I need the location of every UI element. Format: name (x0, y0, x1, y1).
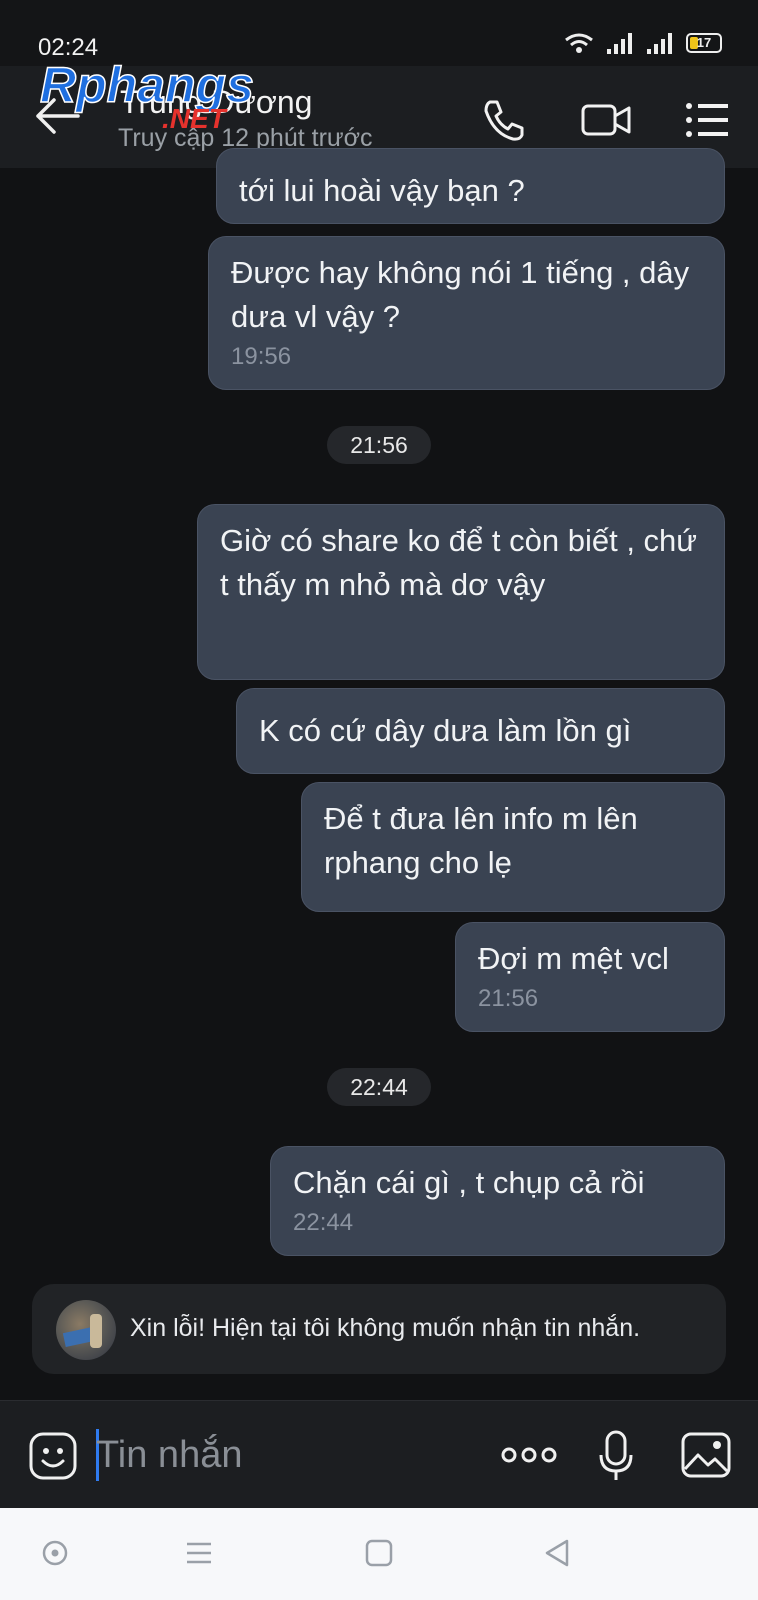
gallery-icon[interactable] (680, 1431, 732, 1479)
arrow-left-icon[interactable] (34, 96, 82, 136)
notice-text: Xin lỗi! Hiện tại tôi không muốn nhận ti… (130, 1314, 641, 1342)
message-bubble[interactable]: Giờ có share ko để t còn biết , chứ t th… (197, 504, 725, 680)
status-icons: 17 (564, 32, 722, 54)
more-dots-icon[interactable] (500, 1445, 558, 1465)
block-notice: Xin lỗi! Hiện tại tôi không muốn nhận ti… (32, 1284, 726, 1374)
home-icon[interactable] (364, 1538, 394, 1568)
message-text: tới lui hoài vậy bạn ? (239, 173, 525, 208)
message-bubble[interactable]: Được hay không nói 1 tiếng , dây dưa vl … (208, 236, 725, 390)
microphone-icon[interactable] (598, 1429, 634, 1483)
message-bubble[interactable]: Đợi m mệt vcl 21:56 (455, 922, 725, 1032)
contact-name[interactable]: Trung Dương (120, 84, 312, 121)
time-separator: 22:44 (327, 1068, 431, 1106)
sticker-icon[interactable] (28, 1431, 78, 1481)
battery-icon: 17 (686, 33, 722, 53)
video-camera-icon[interactable] (580, 96, 632, 144)
message-bubble[interactable]: Chặn cái gì , t chụp cả rồi 22:44 (270, 1146, 725, 1256)
message-text: Chặn cái gì , t chụp cả rồi (293, 1165, 645, 1200)
message-bubble[interactable]: Để t đưa lên info m lên rphang cho lẹ (301, 782, 725, 912)
back-triangle-icon[interactable] (542, 1538, 572, 1568)
message-bubble[interactable]: K có cứ dây dưa làm lồn gì (236, 688, 725, 774)
list-menu-icon[interactable] (684, 96, 730, 144)
message-time: 21:56 (478, 985, 539, 1012)
message-text: Được hay không nói 1 tiếng , dây dưa vl … (231, 255, 690, 334)
signal-icon (607, 33, 632, 54)
system-nav-bar (0, 1508, 758, 1600)
status-bar: 02:24 17 (0, 0, 758, 66)
assistant-icon[interactable] (40, 1538, 70, 1568)
message-time: 22:44 (293, 1209, 354, 1236)
signal-icon (647, 33, 672, 54)
message-text: Giờ có share ko để t còn biết , chứ t th… (220, 523, 698, 602)
wifi-icon (565, 33, 593, 53)
message-bubble[interactable]: tới lui hoài vậy bạn ? (216, 148, 725, 224)
message-text: Đợi m mệt vcl (478, 941, 669, 976)
composer-bar: Tin nhắn (0, 1400, 758, 1508)
avatar[interactable] (56, 1300, 116, 1360)
status-time: 02:24 (38, 34, 99, 61)
time-separator: 21:56 (327, 426, 431, 464)
recent-apps-icon[interactable] (184, 1538, 214, 1568)
phone-icon[interactable] (480, 96, 528, 144)
message-text: Để t đưa lên info m lên rphang cho lẹ (324, 801, 638, 880)
message-list[interactable]: tới lui hoài vậy bạn ? Được hay không nó… (0, 148, 758, 1280)
message-time: 19:56 (231, 343, 292, 370)
message-input[interactable]: Tin nhắn (96, 1429, 476, 1481)
battery-level: 17 (696, 35, 712, 50)
message-text: K có cứ dây dưa làm lồn gì (259, 713, 632, 748)
